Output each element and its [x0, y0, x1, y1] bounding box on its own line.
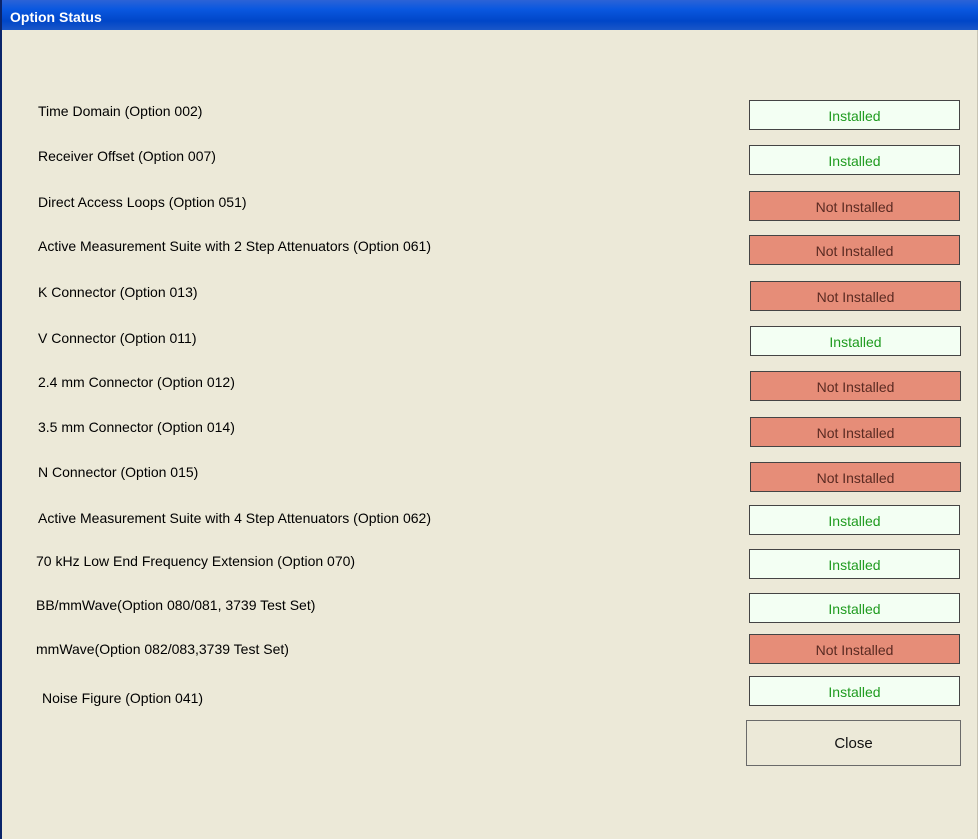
status-badge: Not Installed: [750, 462, 961, 492]
status-badge: Installed: [749, 549, 960, 579]
option-label: 3.5 mm Connector (Option 014): [38, 419, 235, 435]
option-label: Receiver Offset (Option 007): [38, 148, 216, 164]
option-label: Active Measurement Suite with 2 Step Att…: [38, 238, 431, 254]
status-badge: Installed: [750, 326, 961, 356]
status-badge: Installed: [749, 145, 960, 175]
option-label: Noise Figure (Option 041): [42, 690, 204, 706]
status-badge: Installed: [749, 100, 960, 130]
status-badge: Not Installed: [749, 634, 960, 664]
option-label: V Connector (Option 011): [38, 330, 197, 346]
option-status-window: Option Status Time Domain (Option 002) I…: [0, 0, 978, 839]
status-badge: Installed: [749, 593, 960, 623]
option-label: BB/mmWave(Option 080/081, 3739 Test Set): [36, 597, 316, 613]
status-badge: Not Installed: [750, 371, 961, 401]
close-button[interactable]: Close: [746, 720, 961, 766]
option-label: N Connector (Option 015): [38, 464, 199, 480]
option-label: Active Measurement Suite with 4 Step Att…: [38, 510, 431, 526]
window-title: Option Status: [2, 0, 978, 30]
status-badge: Not Installed: [750, 281, 961, 311]
status-badge: Installed: [749, 505, 960, 535]
option-label: Time Domain (Option 002): [38, 103, 203, 119]
status-badge: Not Installed: [749, 235, 960, 265]
option-label: Direct Access Loops (Option 051): [38, 194, 247, 210]
option-label: mmWave(Option 082/083,3739 Test Set): [36, 641, 289, 657]
status-badge: Not Installed: [750, 417, 961, 447]
option-label: 70 kHz Low End Frequency Extension (Opti…: [36, 553, 356, 569]
status-badge: Not Installed: [749, 191, 960, 221]
option-label: K Connector (Option 013): [38, 284, 198, 300]
option-label: 2.4 mm Connector (Option 012): [38, 374, 235, 390]
status-badge: Installed: [749, 676, 960, 706]
